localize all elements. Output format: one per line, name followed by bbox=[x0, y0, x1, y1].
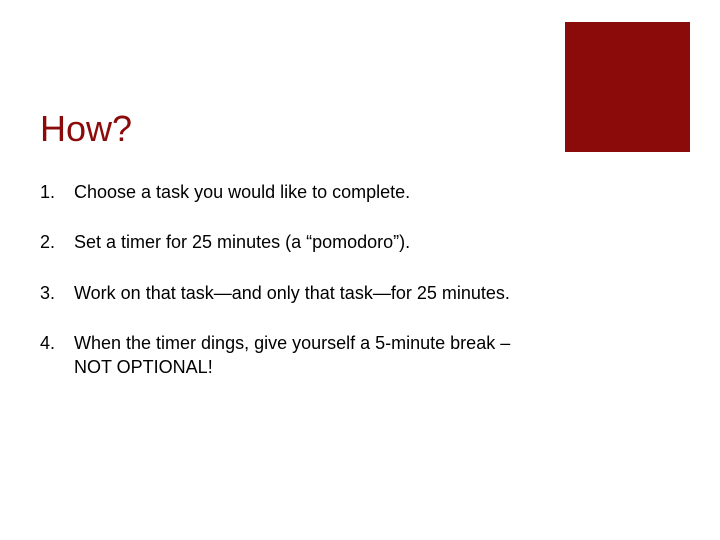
list-item: 1. Choose a task you would like to compl… bbox=[40, 180, 520, 204]
item-number: 4. bbox=[40, 331, 74, 380]
steps-list: 1. Choose a task you would like to compl… bbox=[40, 180, 520, 405]
list-item: 4. When the timer dings, give yourself a… bbox=[40, 331, 520, 380]
accent-block bbox=[565, 22, 690, 152]
item-text: Set a timer for 25 minutes (a “pomodoro”… bbox=[74, 230, 520, 254]
item-number: 1. bbox=[40, 180, 74, 204]
item-text: Work on that task—and only that task—for… bbox=[74, 281, 520, 305]
slide-title: How? bbox=[40, 108, 132, 150]
item-number: 3. bbox=[40, 281, 74, 305]
item-number: 2. bbox=[40, 230, 74, 254]
list-item: 3. Work on that task—and only that task—… bbox=[40, 281, 520, 305]
item-text: When the timer dings, give yourself a 5-… bbox=[74, 331, 520, 380]
item-text: Choose a task you would like to complete… bbox=[74, 180, 520, 204]
list-item: 2. Set a timer for 25 minutes (a “pomodo… bbox=[40, 230, 520, 254]
